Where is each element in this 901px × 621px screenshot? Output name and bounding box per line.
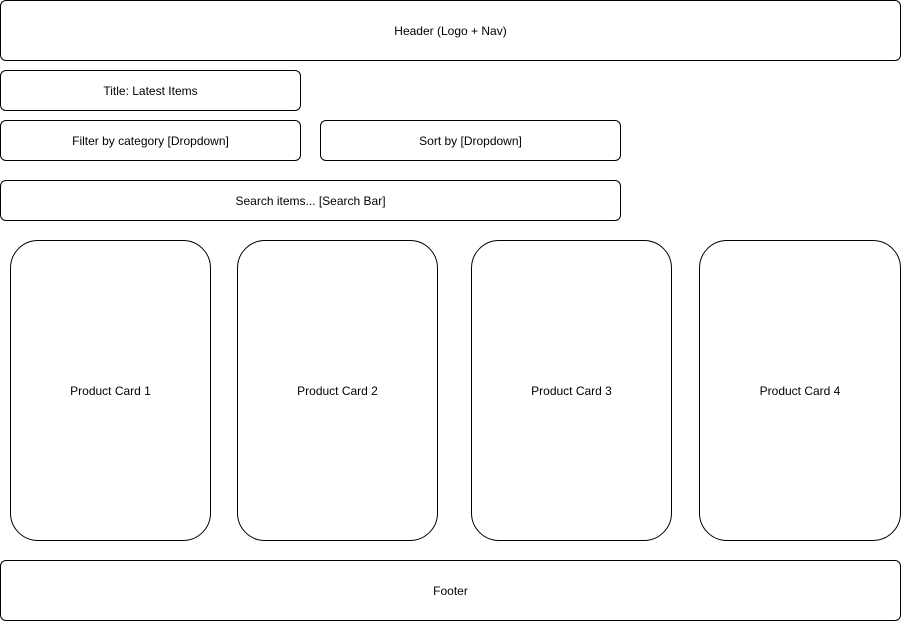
product-card-label: Product Card 3 [531, 383, 612, 398]
footer-label: Footer [433, 583, 468, 598]
filter-label: Filter by category [Dropdown] [72, 133, 229, 148]
product-card-label: Product Card 1 [70, 383, 151, 398]
search-label: Search items... [Search Bar] [235, 193, 386, 208]
search-bar-box: Search items... [Search Bar] [0, 180, 621, 221]
product-card-1: Product Card 1 [10, 240, 211, 541]
product-card-3: Product Card 3 [471, 240, 672, 541]
title-box: Title: Latest Items [0, 70, 301, 111]
product-card-4: Product Card 4 [699, 240, 901, 541]
footer-box: Footer [0, 560, 901, 621]
product-card-label: Product Card 2 [297, 383, 378, 398]
sort-dropdown-box: Sort by [Dropdown] [320, 120, 621, 161]
product-card-label: Product Card 4 [759, 383, 841, 398]
sort-label: Sort by [Dropdown] [419, 133, 522, 148]
filter-dropdown-box: Filter by category [Dropdown] [0, 120, 301, 161]
header-label: Header (Logo + Nav) [394, 23, 507, 38]
header-box: Header (Logo + Nav) [0, 0, 901, 61]
product-card-2: Product Card 2 [237, 240, 438, 541]
title-label: Title: Latest Items [103, 83, 198, 98]
